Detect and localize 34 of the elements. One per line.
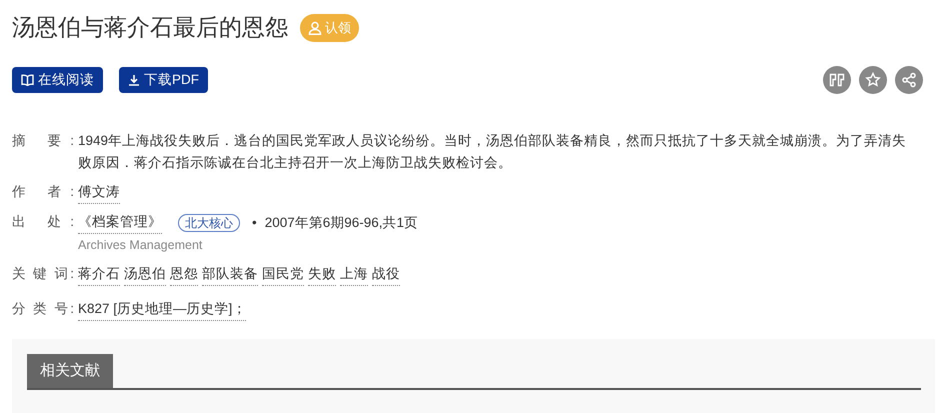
- related-tab[interactable]: 相关文献: [27, 354, 113, 388]
- abstract-text: 1949年上海战役失败后．逃台的国民党军政人员议论纷纷。当时，汤恩伯部队装备精良，然而只抵抗了十多天就全城崩溃。为了弄清失败原因．蒋介石指示陈诚在台北主持召开一次上海防卫战失败检讨会。: [78, 133, 906, 170]
- journal-english-name: Archives Management: [78, 237, 204, 254]
- share-button[interactable]: [895, 66, 923, 94]
- person-icon: [308, 21, 322, 35]
- keyword-link[interactable]: 恩怨: [170, 263, 198, 286]
- keyword-link[interactable]: 战役: [372, 263, 400, 286]
- keyword-link[interactable]: K827 [历史地理—历史学]；: [78, 298, 246, 321]
- quote-icon: [829, 73, 845, 87]
- share-icon: [901, 72, 917, 88]
- field-label: 关 键 词:: [12, 265, 74, 283]
- bullet: •: [252, 214, 257, 232]
- core-journal-tag: 北大核心: [178, 214, 240, 232]
- read-online-button[interactable]: 在线阅读: [12, 67, 103, 93]
- field-label: 摘 要:: [12, 132, 74, 150]
- cite-button[interactable]: [823, 66, 851, 94]
- keyword-link[interactable]: 失败: [308, 263, 336, 286]
- field-label: 出 处:: [12, 213, 74, 231]
- download-pdf-button[interactable]: 下载PDF: [119, 67, 208, 93]
- star-icon: [865, 72, 881, 88]
- keyword-link[interactable]: 蒋介石: [78, 263, 120, 286]
- article-title: 汤恩伯与蒋介石最后的恩怨: [12, 14, 288, 42]
- field-label: 作 者:: [12, 183, 74, 201]
- keyword-link[interactable]: 国民党: [262, 263, 304, 286]
- book-icon: [21, 74, 34, 86]
- field-label: 分 类 号:: [12, 300, 74, 318]
- favorite-button[interactable]: [859, 66, 887, 94]
- journal-link[interactable]: 《档案管理》: [78, 211, 162, 234]
- issue-text: 2007年第6期96-96,共1页: [264, 214, 418, 232]
- keyword-link[interactable]: 汤恩伯: [124, 263, 166, 286]
- keyword-link[interactable]: 上海: [340, 263, 368, 286]
- keyword-link[interactable]: 傅文涛: [78, 181, 120, 204]
- download-icon: [128, 74, 140, 86]
- keyword-link[interactable]: 部队装备: [202, 263, 258, 286]
